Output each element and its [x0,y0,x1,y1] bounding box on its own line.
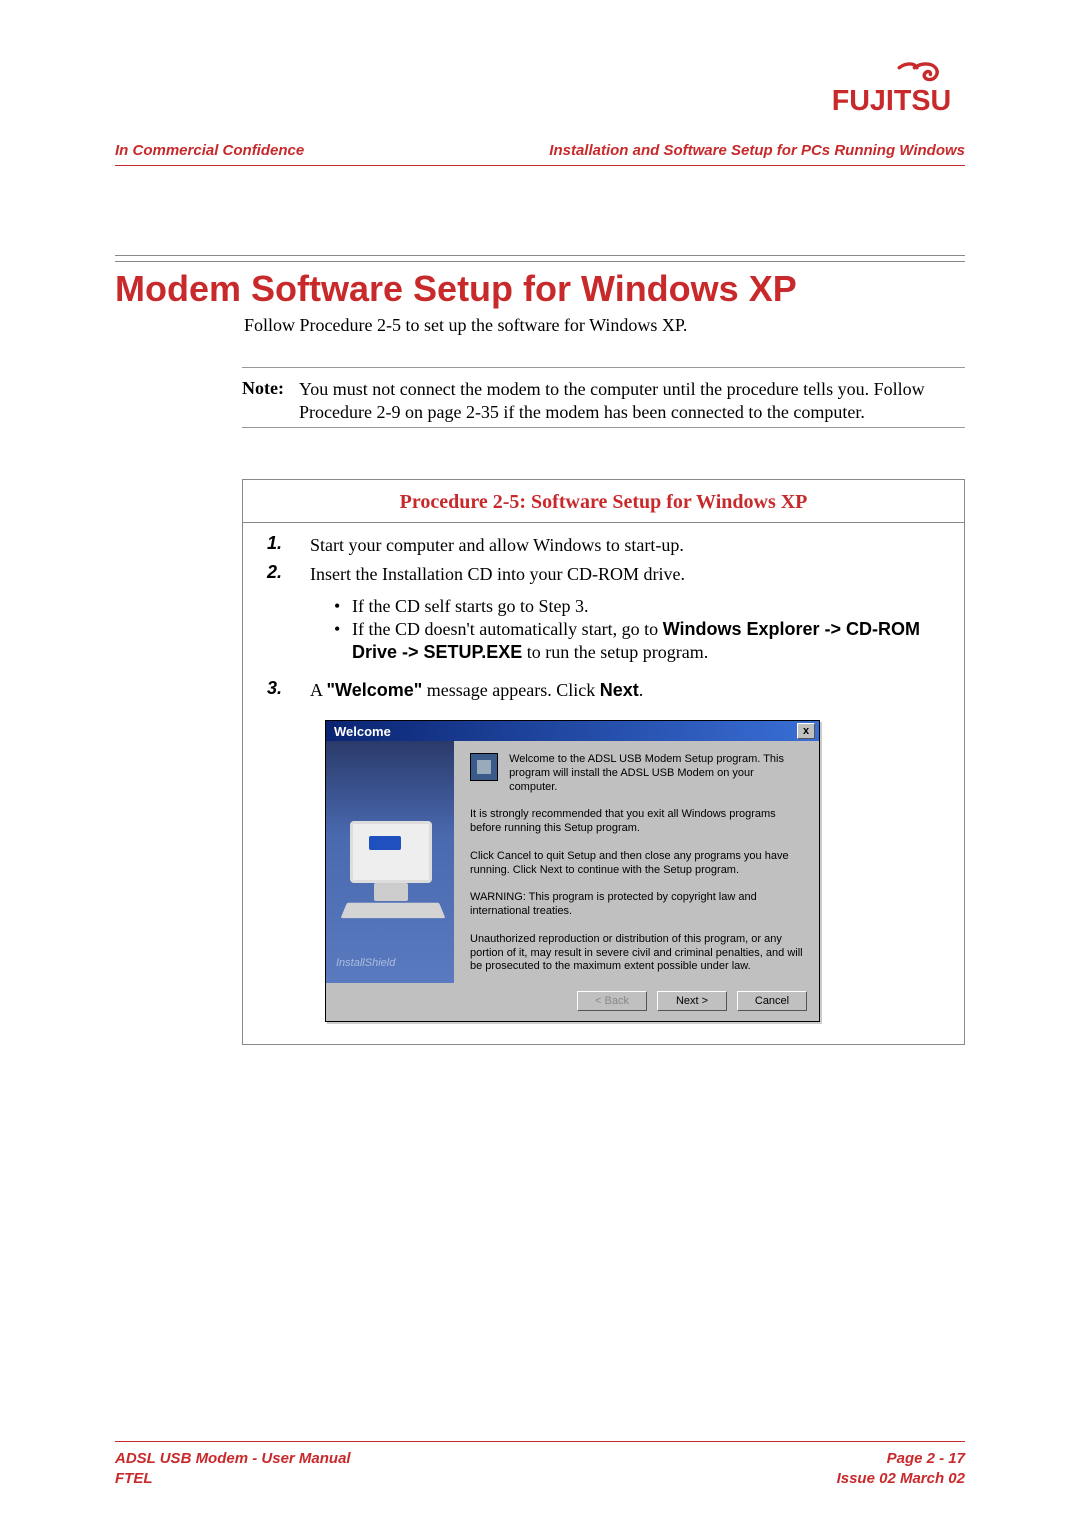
note-rule-bottom [242,427,965,428]
section-rule-1 [115,255,965,256]
header-right: Installation and Software Setup for PCs … [549,142,965,159]
note-rule-top [242,367,965,368]
footer-r2: Issue 02 March 02 [837,1469,965,1489]
svg-text:FUJITSU: FUJITSU [832,85,951,117]
dialog-p2: Click Cancel to quit Setup and then clos… [470,850,803,878]
dialog-body: InstallShield Welcome to the ADSL USB Mo… [326,741,819,983]
step-num: 1. [255,533,310,557]
note-row: Note: You must not connect the modem to … [242,378,965,423]
dialog-p3: WARNING: This program is protected by co… [470,891,803,919]
section-title: Modem Software Setup for Windows XP [115,268,797,310]
step-3: 3. A "Welcome" message appears. Click Ne… [255,678,952,702]
bullet-2: If the CD doesn't automatically start, g… [330,618,952,665]
header-rule [115,165,965,166]
dialog-p1: It is strongly recommended that you exit… [470,808,803,836]
sub-list: If the CD self starts go to Step 3. If t… [330,595,952,665]
back-button: < Back [577,991,647,1011]
s3-qbold: "Welcome" [327,680,423,700]
step-num: 3. [255,678,310,702]
procedure-content: 1. Start your computer and allow Windows… [243,523,964,1044]
footer-left: ADSL USB Modem - User Manual FTEL [115,1449,351,1488]
bullet-prefix: If the CD doesn't automatically start, g… [352,619,663,639]
monitor-icon [350,821,432,883]
monitor-stand-icon [374,883,408,901]
cancel-button[interactable]: Cancel [737,991,807,1011]
footer-l2: FTEL [115,1469,351,1489]
dialog-side-image: InstallShield [326,741,454,983]
keyboard-icon [341,903,446,918]
footer-right: Page 2 - 17 Issue 02 March 02 [837,1449,965,1488]
s3-bold2: Next [600,680,639,700]
page-header: In Commercial Confidence Installation an… [115,142,965,159]
note-label: Note: [242,378,299,423]
note-text: You must not connect the modem to the co… [299,378,965,423]
step-text: Start your computer and allow Windows to… [310,533,952,557]
welcome-text: Welcome to the ADSL USB Modem Setup prog… [509,753,800,794]
welcome-dialog: Welcome x InstallShield [325,720,820,1022]
step-num: 2. [255,562,310,672]
step-text-span: Insert the Installation CD into your CD-… [310,564,685,584]
fujitsu-logo: FUJITSU [830,58,965,123]
dialog-p4: Unauthorized reproduction or distributio… [470,933,803,974]
section-rule-2 [115,261,965,262]
step-text: A "Welcome" message appears. Click Next. [310,678,952,702]
bullet-1: If the CD self starts go to Step 3. [330,595,952,618]
dialog-titlebar: Welcome x [326,721,819,741]
installshield-tag: InstallShield [336,957,395,969]
footer-rule [115,1441,965,1442]
close-icon[interactable]: x [797,723,815,739]
screenshot-wrap: Welcome x InstallShield [325,720,940,1022]
step-1: 1. Start your computer and allow Windows… [255,533,952,557]
next-button[interactable]: Next > [657,991,727,1011]
step-text: Insert the Installation CD into your CD-… [310,562,952,672]
follow-text: Follow Procedure 2-5 to set up the softw… [244,315,687,336]
s3-mid: message appears. Click [422,680,599,700]
setup-icon [470,753,498,781]
s3-prefix: A [310,680,327,700]
footer-r1: Page 2 - 17 [837,1449,965,1469]
procedure-title: Procedure 2-5: Software Setup for Window… [243,480,964,523]
footer-l1: ADSL USB Modem - User Manual [115,1449,351,1469]
header-left: In Commercial Confidence [115,142,304,159]
step-2: 2. Insert the Installation CD into your … [255,562,952,672]
page-footer: ADSL USB Modem - User Manual FTEL Page 2… [115,1449,965,1488]
dialog-main-col: Welcome to the ADSL USB Modem Setup prog… [454,741,819,983]
bullet-suffix: to run the setup program. [522,642,708,662]
dialog-buttons: < Back Next > Cancel [326,983,819,1021]
s3-suffix: . [639,680,644,700]
procedure-box: Procedure 2-5: Software Setup for Window… [242,479,965,1045]
dialog-title: Welcome [334,724,391,739]
